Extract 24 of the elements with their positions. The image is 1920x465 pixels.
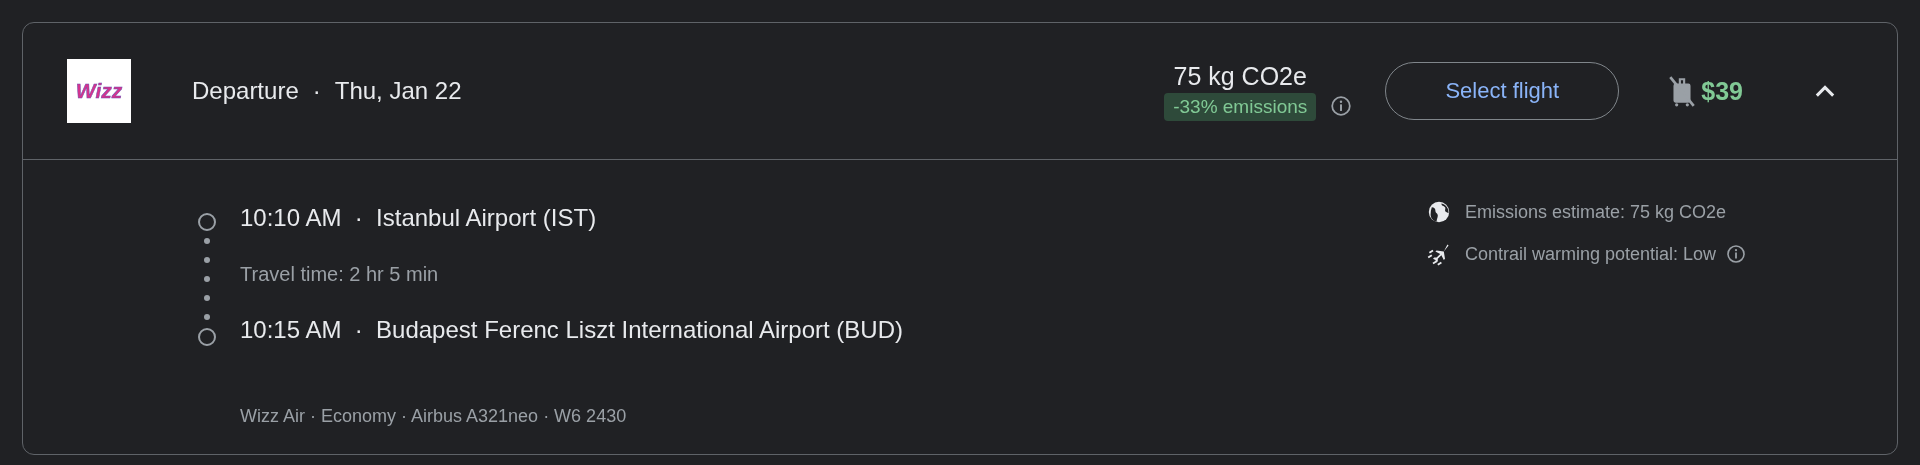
stop-circle (198, 328, 216, 346)
timeline-dot (204, 295, 210, 301)
emissions-value: 75 kg CO2e (1173, 61, 1307, 91)
flight-details: Wizz Air · Economy · Airbus A321neo · W6 2430 (240, 406, 628, 427)
globe-icon (1427, 200, 1451, 224)
airline-logo: Wizz (67, 59, 131, 123)
departure-stop: 10:10 AM · Istanbul Airport (IST) (240, 203, 598, 233)
info-icon[interactable] (1726, 244, 1747, 264)
separator-dot: · (312, 77, 321, 105)
timeline-dot (204, 314, 210, 320)
arrival-stop: 10:15 AM · Budapest Ferenc Liszt International Airport (BUD) (240, 315, 903, 345)
info-text: Contrail warming potential: Low (1465, 243, 1717, 265)
info-text: Emissions estimate: 75 kg CO2e (1465, 201, 1727, 223)
price: $39 (1701, 76, 1743, 106)
flight-date: Thu, Jan 22 (334, 77, 462, 105)
travel-time: Travel time: 2 hr 5 min (240, 262, 440, 287)
timeline-dot (204, 238, 210, 244)
timeline-dot (204, 257, 210, 263)
emissions-badge: -33% emissions (1164, 92, 1317, 121)
info-icon[interactable] (1330, 95, 1353, 117)
plane-contrail-icon (1427, 242, 1451, 266)
stop-circle (198, 213, 216, 231)
timeline-dot (204, 276, 210, 282)
flight-title: Departure (192, 77, 299, 105)
